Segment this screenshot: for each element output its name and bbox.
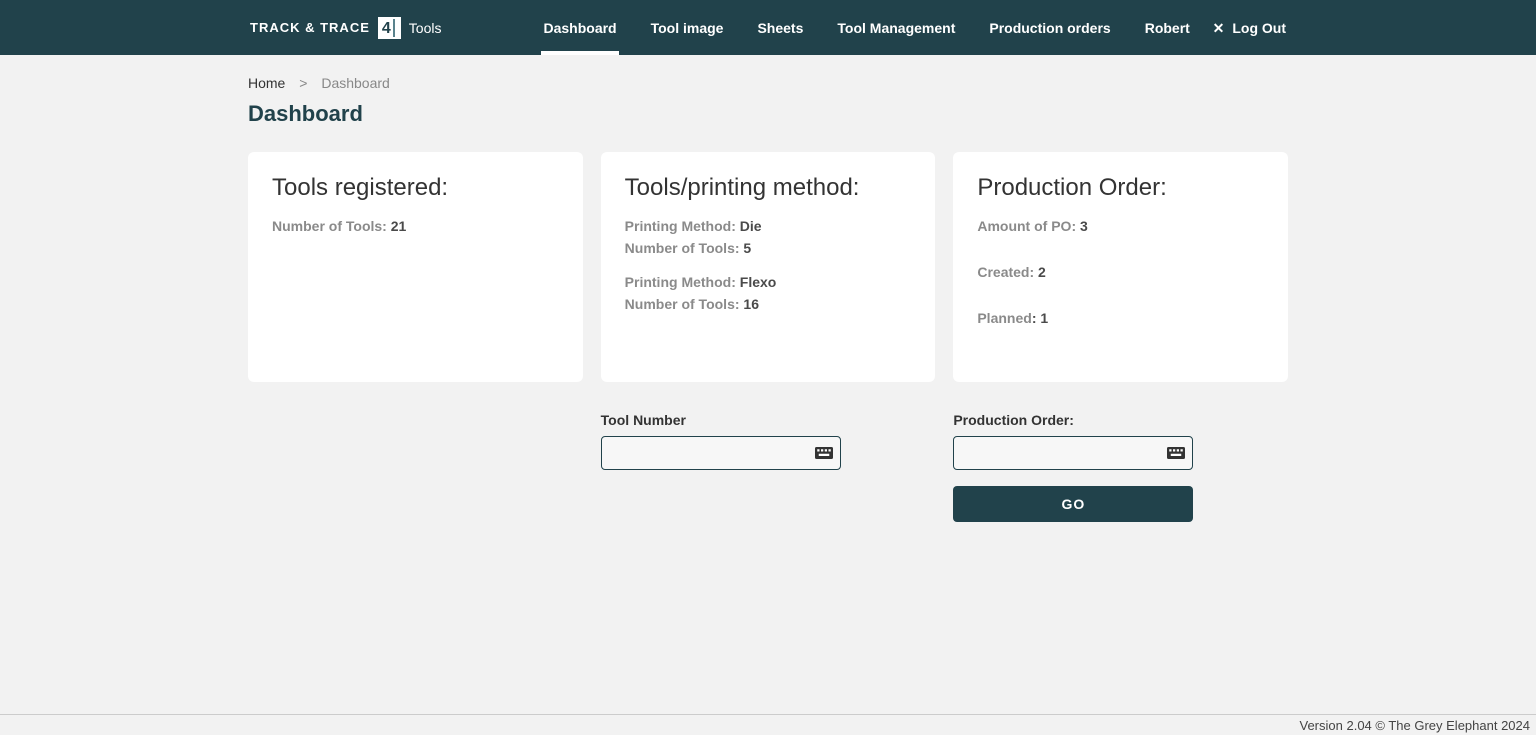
logo-text-left: TRACK & TRACE: [250, 20, 370, 35]
logout-label: Log Out: [1232, 20, 1286, 36]
breadcrumb: Home > Dashboard: [248, 75, 1288, 91]
card-tools-printing-method: Tools/printing method: Printing Method: …: [601, 152, 936, 382]
value-planned: 1: [1040, 310, 1048, 326]
value-amount-po: 3: [1080, 218, 1088, 234]
nav-tool-image[interactable]: Tool image: [649, 0, 726, 55]
logo-box: 4: [378, 17, 401, 39]
value-created: 2: [1038, 264, 1046, 280]
close-icon: ✕: [1213, 21, 1225, 35]
nav-dashboard[interactable]: Dashboard: [541, 0, 618, 55]
keyboard-icon[interactable]: [1167, 447, 1185, 459]
page-title: Dashboard: [248, 101, 1288, 127]
keyboard-icon[interactable]: [815, 447, 833, 459]
search-inputs-row: Tool Number Production Order: GO: [248, 412, 1288, 522]
nav-sheets[interactable]: Sheets: [755, 0, 805, 55]
footer-version: Version 2.04 © The Grey Elephant 2024: [0, 714, 1536, 735]
dashboard-cards: Tools registered: Number of Tools: 21 To…: [248, 152, 1288, 382]
production-order-column: Production Order: GO: [953, 412, 1288, 522]
logo-text-right: Tools: [409, 20, 442, 36]
breadcrumb-sep: >: [299, 75, 307, 91]
value-num-tools: 21: [391, 218, 407, 234]
card-title: Production Order:: [977, 174, 1264, 202]
label-num-tools: Number of Tools:: [272, 218, 391, 234]
label-planned: Planned: [977, 310, 1031, 326]
label-amount-po: Amount of PO:: [977, 218, 1080, 234]
label-created: Created:: [977, 264, 1038, 280]
label-num-tools: Number of Tools:: [625, 296, 744, 312]
tool-number-input[interactable]: [601, 436, 841, 470]
label-print-method: Printing Method:: [625, 274, 740, 290]
app-logo: TRACK & TRACE 4 Tools: [250, 17, 441, 39]
label-num-tools: Number of Tools:: [625, 240, 744, 256]
go-button[interactable]: GO: [953, 486, 1193, 522]
label-print-method: Printing Method:: [625, 218, 740, 234]
card-title: Tools/printing method:: [625, 174, 912, 202]
logout-button[interactable]: ✕ Log Out: [1213, 20, 1286, 36]
tool-number-label: Tool Number: [601, 412, 936, 428]
card-tools-registered: Tools registered: Number of Tools: 21: [248, 152, 583, 382]
breadcrumb-current: Dashboard: [321, 75, 390, 91]
production-order-label: Production Order:: [953, 412, 1288, 428]
value-print-method: Flexo: [740, 274, 777, 290]
card-title: Tools registered:: [272, 174, 559, 202]
top-bar: TRACK & TRACE 4 Tools Dashboard Tool ima…: [0, 0, 1536, 55]
value-num-tools: 16: [743, 296, 759, 312]
nav-production-orders[interactable]: Production orders: [987, 0, 1112, 55]
card-production-order: Production Order: Amount of PO: 3 Create…: [953, 152, 1288, 382]
main-nav: Dashboard Tool image Sheets Tool Managem…: [541, 0, 1191, 55]
nav-user[interactable]: Robert: [1143, 0, 1192, 55]
value-print-method: Die: [740, 218, 762, 234]
tool-number-column: Tool Number: [601, 412, 936, 522]
page-content: Home > Dashboard Dashboard Tools registe…: [248, 55, 1288, 522]
breadcrumb-home[interactable]: Home: [248, 75, 285, 91]
production-order-input[interactable]: [953, 436, 1193, 470]
value-num-tools: 5: [743, 240, 751, 256]
nav-tool-management[interactable]: Tool Management: [835, 0, 957, 55]
